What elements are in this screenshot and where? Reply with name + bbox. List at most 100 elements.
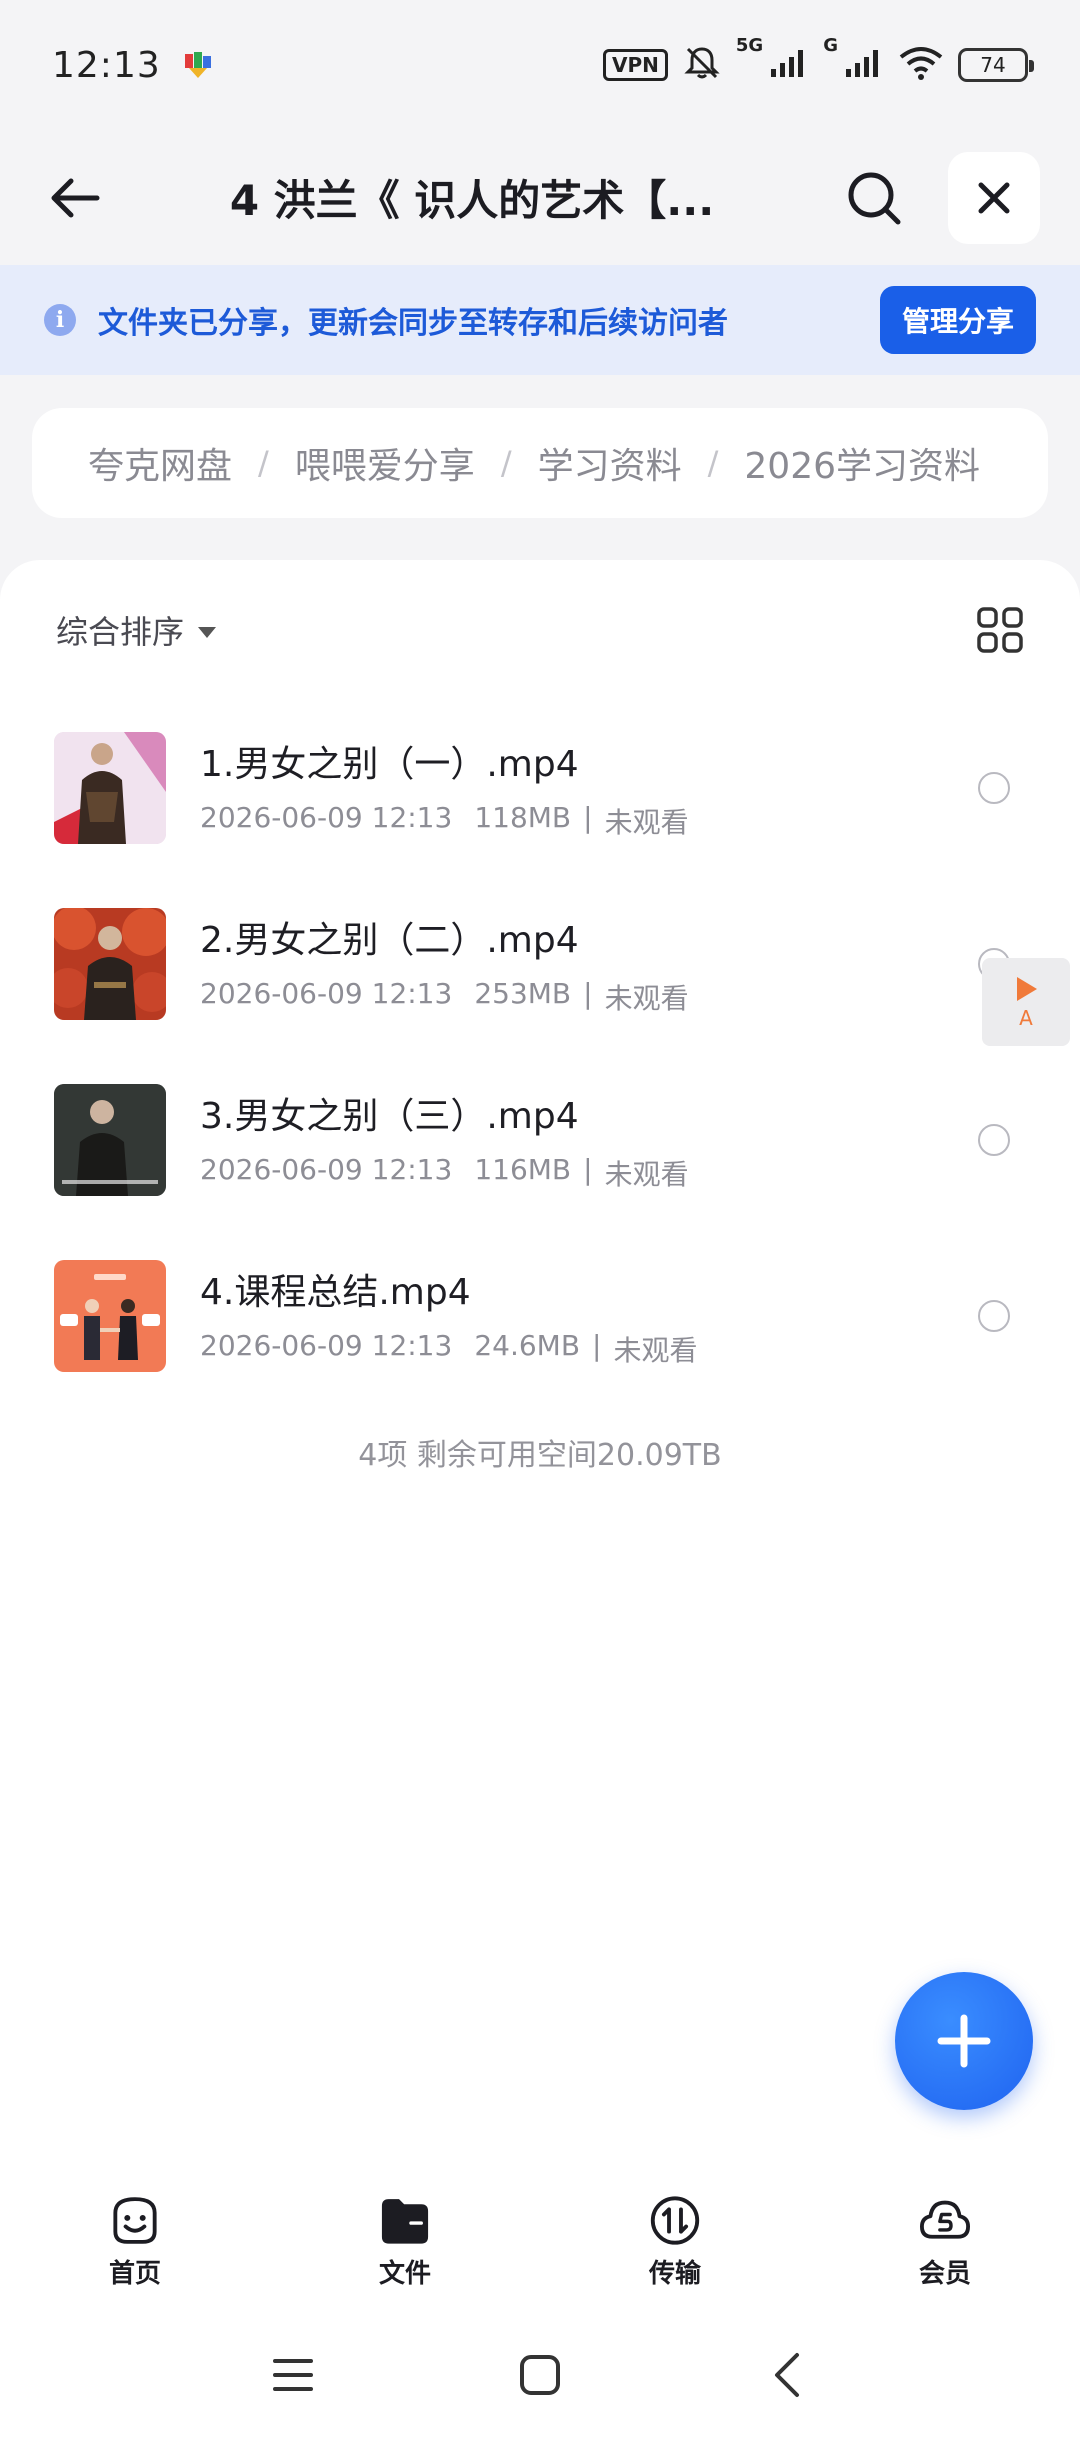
nav-item-files[interactable]: 文件 <box>270 2160 540 2290</box>
file-info: 4.课程总结.mp4 2026-06-09 12:13 24.6MB | 未观看 <box>200 1263 978 1369</box>
plus-icon <box>937 2014 991 2068</box>
meta-separator: | <box>583 977 593 1010</box>
page-title: 4 洪兰《 识人的艺术【... <box>229 176 715 225</box>
share-notice-banner: i 文件夹已分享，更新会同步至转存和后续访问者 管理分享 <box>0 265 1080 375</box>
close-button[interactable] <box>948 151 1040 244</box>
file-size: 253MB <box>474 977 572 1010</box>
nav-label: 首页 <box>108 2259 161 2289</box>
file-meta: 2026-06-09 12:13 253MB | 未观看 <box>200 977 978 1017</box>
file-list-panel: 综合排序 1.男女之别（一）.mp4 2026-06-09 12:13 118M… <box>0 560 1080 2160</box>
battery-indicator: 74 <box>958 48 1034 82</box>
file-date: 2026-06-09 12:13 <box>200 801 453 834</box>
folder-icon <box>381 2199 429 2244</box>
select-checkbox[interactable] <box>978 1124 1010 1156</box>
video-thumbnail <box>54 732 166 844</box>
search-icon <box>848 172 901 224</box>
nav-label: 传输 <box>648 2259 701 2289</box>
nav-item-transfer[interactable]: 传输 <box>540 2160 810 2290</box>
file-row[interactable]: 4.课程总结.mp4 2026-06-09 12:13 24.6MB | 未观看 <box>0 1228 1080 1404</box>
caret-down-icon[interactable] <box>198 626 217 638</box>
breadcrumb-separator: / <box>500 444 512 482</box>
app-notification-icon <box>183 50 213 80</box>
file-row[interactable]: 3.男女之别（三）.mp4 2026-06-09 12:13 116MB | 未… <box>0 1052 1080 1228</box>
chevron-left-icon <box>774 2353 799 2397</box>
breadcrumb: 夸克网盘 / 喂喂爱分享 / 学习资料 / 2026学习资料 <box>32 408 1048 518</box>
file-size: 116MB <box>474 1153 572 1186</box>
add-button[interactable] <box>895 1972 1033 2110</box>
file-meta: 2026-06-09 12:13 24.6MB | 未观看 <box>200 1329 978 1369</box>
status-bar: 12:13 VPN 5G G 74 <box>0 0 1080 130</box>
file-name: 4.课程总结.mp4 <box>200 1272 471 1313</box>
file-info: 2.男女之别（二）.mp4 2026-06-09 12:13 253MB | 未… <box>200 911 978 1017</box>
smile-face-icon <box>113 2197 157 2244</box>
network-type-1: 5G <box>735 35 764 56</box>
breadcrumb-separator: / <box>707 444 719 482</box>
cloud-member-icon <box>919 2200 971 2239</box>
sort-dropdown[interactable]: 综合排序 <box>56 607 184 653</box>
home-button[interactable] <box>510 2345 570 2405</box>
breadcrumb-item[interactable]: 喂喂爱分享 <box>295 437 475 489</box>
file-info: 3.男女之别（三）.mp4 2026-06-09 12:13 116MB | 未… <box>200 1087 978 1193</box>
breadcrumb-item[interactable]: 学习资料 <box>538 437 682 489</box>
video-thumbnail <box>54 1084 166 1196</box>
play-icon <box>1017 977 1037 1001</box>
square-icon <box>519 2355 560 2395</box>
watch-status: 未观看 <box>604 1158 689 1191</box>
watch-status: 未观看 <box>604 806 689 839</box>
file-date: 2026-06-09 12:13 <box>200 977 453 1010</box>
meta-separator: | <box>592 1329 602 1362</box>
widget-letter: A <box>1019 1006 1033 1030</box>
nav-item-member[interactable]: 会员 <box>810 2160 1080 2290</box>
video-thumbnail <box>54 908 166 1020</box>
back-button[interactable] <box>40 163 110 233</box>
nav-item-home[interactable]: 首页 <box>0 2160 270 2290</box>
file-name: 3.男女之别（三）.mp4 <box>200 1096 579 1137</box>
nav-label: 文件 <box>378 2259 431 2289</box>
info-icon: i <box>44 304 76 336</box>
sort-toolbar: 综合排序 <box>56 600 1024 660</box>
file-meta: 2026-06-09 12:13 118MB | 未观看 <box>200 801 978 841</box>
breadcrumb-item[interactable]: 2026学习资料 <box>744 437 980 489</box>
file-meta: 2026-06-09 12:13 116MB | 未观看 <box>200 1153 978 1193</box>
system-navigation-bar <box>0 2290 1080 2460</box>
meta-separator: | <box>583 801 593 834</box>
select-checkbox[interactable] <box>978 1300 1010 1332</box>
breadcrumb-item[interactable]: 夸克网盘 <box>88 437 232 489</box>
meta-separator: | <box>583 1153 593 1186</box>
top-app-bar: 4 洪兰《 识人的艺术【... <box>0 130 1080 265</box>
system-back-button[interactable] <box>757 2345 817 2405</box>
status-time: 12:13 <box>52 44 161 86</box>
breadcrumb-separator: / <box>258 444 269 482</box>
file-name: 2.男女之别（二）.mp4 <box>200 920 579 961</box>
file-list: 1.男女之别（一）.mp4 2026-06-09 12:13 118MB | 未… <box>0 700 1080 1404</box>
file-date: 2026-06-09 12:13 <box>200 1329 453 1362</box>
file-row[interactable]: 1.男女之别（一）.mp4 2026-06-09 12:13 118MB | 未… <box>0 700 1080 876</box>
watch-status: 未观看 <box>604 982 689 1015</box>
file-row[interactable]: 2.男女之别（二）.mp4 2026-06-09 12:13 253MB | 未… <box>0 876 1080 1052</box>
manage-share-button[interactable]: 管理分享 <box>879 286 1036 354</box>
signal-icon <box>844 47 884 83</box>
watch-status: 未观看 <box>613 1334 698 1367</box>
bottom-nav: 首页 文件 传输 会员 <box>0 2160 1080 2290</box>
select-checkbox[interactable] <box>978 772 1010 804</box>
video-thumbnail <box>54 1260 166 1372</box>
signal-icon <box>769 47 809 83</box>
wifi-icon <box>898 45 944 85</box>
file-name: 1.男女之别（一）.mp4 <box>200 744 579 785</box>
transfer-icon <box>650 2196 700 2245</box>
recent-apps-button[interactable] <box>263 2345 323 2405</box>
storage-summary: 4项 剩余可用空间20.09TB <box>358 1438 722 1473</box>
file-size: 24.6MB <box>474 1329 581 1362</box>
menu-icon <box>273 2359 314 2391</box>
floating-player-widget[interactable]: A <box>982 958 1070 1046</box>
grid-view-icon[interactable] <box>976 606 1024 654</box>
network-type-2: G <box>823 35 838 56</box>
share-notice-text: 文件夹已分享，更新会同步至转存和后续访问者 <box>98 306 728 341</box>
file-size: 118MB <box>474 801 572 834</box>
search-button[interactable] <box>834 158 914 238</box>
close-icon <box>978 182 1010 213</box>
file-date: 2026-06-09 12:13 <box>200 1153 453 1186</box>
file-info: 1.男女之别（一）.mp4 2026-06-09 12:13 118MB | 未… <box>200 735 978 841</box>
nav-label: 会员 <box>918 2259 971 2289</box>
status-indicators: VPN 5G G 74 <box>603 35 1034 87</box>
